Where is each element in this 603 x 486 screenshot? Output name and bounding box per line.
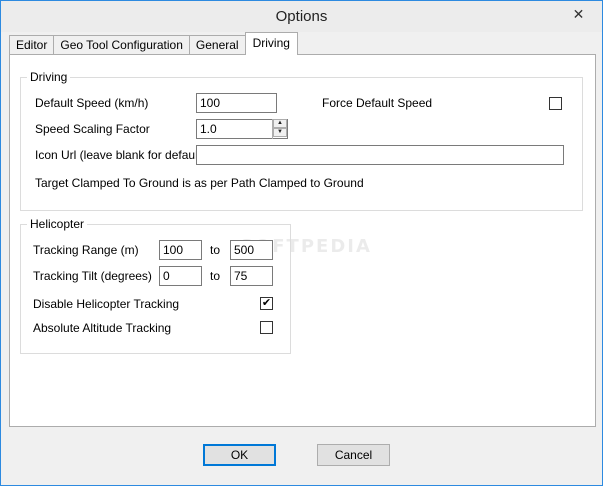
tracking-tilt-label: Tracking Tilt (degrees) bbox=[33, 269, 152, 283]
icon-url-input[interactable] bbox=[196, 145, 564, 165]
spin-buttons: ▲ ▼ bbox=[272, 119, 287, 139]
speed-scaling-value: 1.0 bbox=[200, 122, 217, 136]
disable-helicopter-tracking-label: Disable Helicopter Tracking bbox=[33, 297, 180, 311]
tab-general[interactable]: General bbox=[188, 35, 246, 55]
force-default-speed-checkbox[interactable] bbox=[549, 97, 562, 110]
speed-scaling-stepper[interactable]: 1.0 ▲ ▼ bbox=[196, 119, 288, 139]
speed-scaling-label: Speed Scaling Factor bbox=[35, 122, 150, 136]
disable-helicopter-tracking-checkbox[interactable]: ✔ bbox=[260, 297, 273, 310]
checkmark-icon: ✔ bbox=[261, 297, 272, 309]
tab-strip: Editor Geo Tool Configuration General Dr… bbox=[9, 32, 298, 55]
tracking-tilt-to-input[interactable] bbox=[230, 266, 273, 286]
tracking-range-to-input[interactable] bbox=[230, 240, 273, 260]
dialog-footer: OK Cancel bbox=[1, 429, 602, 485]
target-clamped-info: Target Clamped To Ground is as per Path … bbox=[35, 176, 364, 190]
default-speed-input[interactable] bbox=[196, 93, 277, 113]
close-icon[interactable]: ✕ bbox=[562, 4, 595, 24]
chevron-up-icon[interactable]: ▲ bbox=[273, 119, 287, 128]
helicopter-group-label: Helicopter bbox=[27, 217, 88, 231]
tab-geo-tool-configuration[interactable]: Geo Tool Configuration bbox=[53, 35, 190, 55]
window-title: Options bbox=[275, 8, 328, 25]
tracking-range-to-label: to bbox=[210, 243, 221, 257]
tracking-range-label: Tracking Range (m) bbox=[33, 243, 139, 257]
tracking-tilt-to-label: to bbox=[210, 269, 221, 283]
ok-button[interactable]: OK bbox=[203, 444, 276, 466]
chevron-down-icon[interactable]: ▼ bbox=[273, 128, 287, 137]
driving-tab-panel: SOFTPEDIA Driving Default Speed (km/h) F… bbox=[9, 54, 596, 427]
title-bar: Options ✕ bbox=[1, 1, 602, 32]
default-speed-label: Default Speed (km/h) bbox=[35, 96, 149, 110]
driving-group: Driving Default Speed (km/h) Force Defau… bbox=[20, 70, 583, 211]
helicopter-group: Helicopter Tracking Range (m) to Trackin… bbox=[20, 217, 291, 354]
absolute-altitude-tracking-checkbox[interactable] bbox=[260, 321, 273, 334]
absolute-altitude-tracking-label: Absolute Altitude Tracking bbox=[33, 321, 172, 335]
tracking-tilt-from-input[interactable] bbox=[159, 266, 202, 286]
cancel-button[interactable]: Cancel bbox=[317, 444, 390, 466]
force-default-speed-label: Force Default Speed bbox=[322, 96, 433, 110]
tab-editor[interactable]: Editor bbox=[9, 35, 55, 55]
options-dialog: Options ✕ Editor Geo Tool Configuration … bbox=[0, 0, 603, 486]
tracking-range-from-input[interactable] bbox=[159, 240, 202, 260]
icon-url-label: Icon Url (leave blank for default) bbox=[35, 148, 206, 162]
tab-driving[interactable]: Driving bbox=[244, 32, 298, 55]
driving-group-label: Driving bbox=[27, 70, 71, 84]
